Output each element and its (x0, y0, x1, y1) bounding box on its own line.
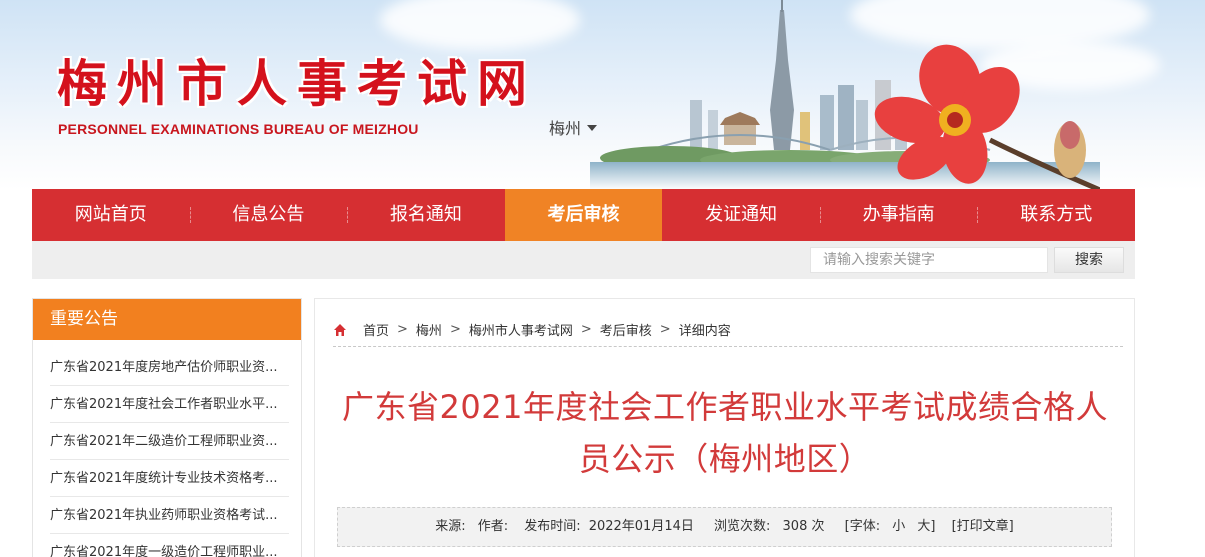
site-subtitle: PERSONNEL EXAMINATIONS BUREAU OF MEIZHOU (58, 121, 419, 137)
breadcrumb-separator: > (397, 322, 408, 337)
header-banner: 梅州市人事考试网 PERSONNEL EXAMINATIONS BUREAU O… (0, 0, 1205, 190)
city-dropdown[interactable]: 梅州 (549, 115, 598, 139)
nav-item-home[interactable]: 网站首页 (32, 189, 190, 241)
notice-link[interactable]: 广东省2021年度房地产估价师职业资... (50, 349, 289, 386)
cloud-decoration (380, 0, 580, 50)
font-large-button[interactable]: 大] (917, 519, 935, 534)
article-meta: 来源: 作者: 发布时间: 2022年01月14日 浏览次数: 308 次 [字体… (337, 507, 1112, 547)
nav-item-announcements[interactable]: 信息公告 (189, 189, 348, 241)
article-panel: 首页 > 梅州 > 梅州市人事考试网 > 考后审核 > 详细内容 广东省2021… (314, 298, 1135, 557)
main-nav: 网站首页 信息公告 报名通知 考后审核 发证通知 办事指南 联系方式 (32, 189, 1135, 241)
meta-author-label: 作者: (477, 519, 509, 534)
search-bar: 搜索 (32, 241, 1135, 279)
nav-item-registration[interactable]: 报名通知 (347, 189, 505, 241)
sidebar-title: 重要公告 (33, 299, 301, 340)
breadcrumb-current: 详细内容 (678, 324, 731, 339)
breadcrumb-separator: > (580, 322, 592, 337)
chevron-down-icon (587, 125, 598, 131)
city-dropdown-label: 梅州 (549, 119, 582, 138)
meta-font-label: [字体: (844, 519, 881, 534)
breadcrumb-home[interactable]: 首页 (363, 320, 389, 339)
nav-item-contact[interactable]: 联系方式 (977, 189, 1135, 241)
breadcrumb-meizhou[interactable]: 梅州 (416, 320, 442, 339)
breadcrumb-separator: > (659, 322, 671, 337)
meta-views-label: 浏览次数: (714, 519, 771, 534)
notice-list: 广东省2021年度房地产估价师职业资... 广东省2021年度社会工作者职业水平… (33, 340, 301, 557)
breadcrumb-separator: > (449, 322, 461, 337)
search-input[interactable] (810, 247, 1048, 273)
kapok-flower-image (874, 44, 1100, 190)
nav-item-post-exam-review[interactable]: 考后审核 (504, 189, 663, 241)
breadcrumb-section[interactable]: 考后审核 (600, 320, 652, 339)
meta-publish-date: 2022年01月14日 (588, 519, 694, 534)
notice-link[interactable]: 广东省2021年度社会工作者职业水平... (50, 386, 289, 423)
search-button[interactable]: 搜索 (1054, 247, 1124, 273)
print-article-button[interactable]: [打印文章] (952, 519, 1014, 534)
breadcrumb: 首页 > 梅州 > 梅州市人事考试网 > 考后审核 > 详细内容 (333, 313, 1123, 347)
notice-link[interactable]: 广东省2021年执业药师职业资格考试... (50, 497, 289, 534)
nav-item-certificates[interactable]: 发证通知 (662, 189, 820, 241)
notice-link[interactable]: 广东省2021年度一级造价工程师职业... (50, 534, 289, 557)
important-notices-panel: 重要公告 广东省2021年度房地产估价师职业资... 广东省2021年度社会工作… (32, 298, 302, 557)
breadcrumb-site[interactable]: 梅州市人事考试网 (469, 320, 573, 339)
notice-link[interactable]: 广东省2021年二级造价工程师职业资... (50, 423, 289, 460)
article-title: 广东省2021年度社会工作者职业水平考试成绩合格人员公示（梅州地区） (342, 388, 1108, 478)
site-title: 梅州市人事考试网 (57, 55, 537, 113)
meta-views-count: 308 次 (782, 519, 825, 534)
meta-source-label: 来源: (435, 519, 466, 534)
font-small-button[interactable]: 小 (892, 519, 905, 534)
notice-link[interactable]: 广东省2021年度统计专业技术资格考... (50, 460, 289, 497)
nav-item-guide[interactable]: 办事指南 (819, 189, 978, 241)
meta-publish-label: 发布时间: (524, 519, 581, 534)
home-icon (334, 323, 346, 336)
